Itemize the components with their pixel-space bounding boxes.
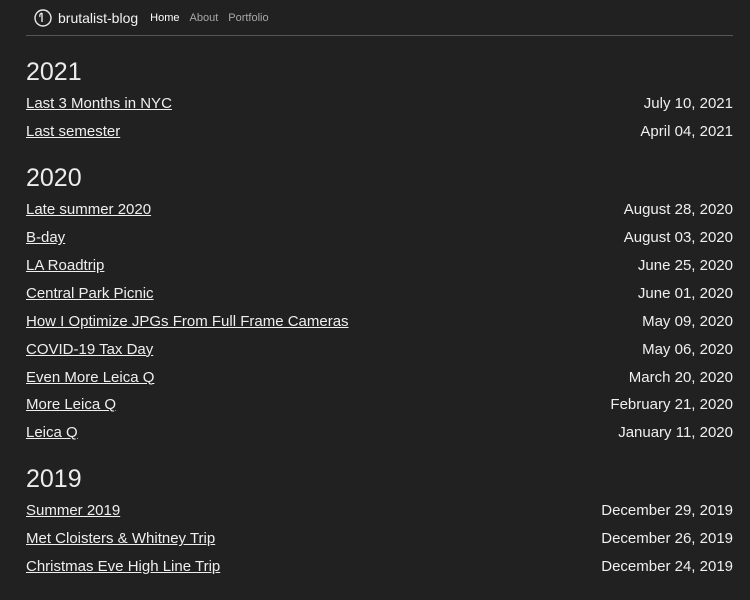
post-date: June 01, 2020 [637, 284, 733, 302]
post-link[interactable]: Last 3 Months in NYC [26, 95, 172, 112]
post-row: LA Roadtrip June 25, 2020 [26, 252, 733, 280]
nav-portfolio[interactable]: Portfolio [228, 12, 268, 24]
site-header: brutalist-blog Home About Portfolio [26, 0, 733, 36]
year-heading: 2019 [26, 464, 82, 493]
year-heading: 2020 [26, 163, 82, 192]
post-row: Central Park Picnic June 01, 2020 [26, 279, 733, 307]
post-link[interactable]: How I Optimize JPGs From Full Frame Came… [26, 313, 349, 330]
post-link[interactable]: Met Cloisters & Whitney Trip [26, 530, 215, 547]
post-link[interactable]: B-day [26, 229, 65, 246]
post-row: Met Cloisters & Whitney Trip December 26… [26, 525, 733, 553]
post-link[interactable]: More Leica Q [26, 396, 116, 413]
post-row: B-day August 03, 2020 [26, 224, 733, 252]
post-link[interactable]: Summer 2019 [26, 502, 120, 519]
post-date: August 28, 2020 [623, 201, 733, 219]
nav-about[interactable]: About [190, 12, 219, 24]
post-link[interactable]: COVID-19 Tax Day [26, 341, 153, 358]
post-list: Late summer 2020 August 28, 2020 B-day A… [26, 196, 733, 447]
site-brand[interactable]: brutalist-blog [58, 10, 138, 26]
post-row: Even More Leica Q March 20, 2020 [26, 363, 733, 391]
post-list: Last 3 Months in NYC July 10, 2021 Last … [26, 90, 733, 146]
post-row: Last 3 Months in NYC July 10, 2021 [26, 90, 733, 118]
post-date: December 24, 2019 [601, 558, 733, 576]
post-date: December 26, 2019 [601, 530, 733, 548]
post-link[interactable]: Even More Leica Q [26, 369, 154, 386]
post-date: June 25, 2020 [637, 257, 733, 274]
post-date: February 21, 2020 [610, 396, 733, 414]
post-row: COVID-19 Tax Day May 06, 2020 [26, 335, 733, 363]
post-date: July 10, 2021 [643, 95, 733, 113]
post-date: December 29, 2019 [601, 502, 733, 520]
post-date: August 03, 2020 [623, 229, 733, 247]
post-date: May 09, 2020 [642, 312, 733, 330]
post-row: Last semester April 04, 2021 [26, 118, 733, 146]
circle-logo-icon[interactable] [34, 8, 52, 27]
year-heading: 2021 [26, 58, 82, 86]
post-link[interactable]: Central Park Picnic [26, 285, 154, 302]
post-link[interactable]: LA Roadtrip [26, 257, 104, 274]
post-row: Christmas Eve High Line Trip December 24… [26, 553, 733, 581]
post-row: Summer 2019 December 29, 2019 [26, 497, 733, 525]
post-link[interactable]: Late summer 2020 [26, 201, 151, 218]
nav-home[interactable]: Home [150, 12, 179, 24]
post-date: April 04, 2021 [640, 123, 733, 141]
post-date: January 11, 2020 [618, 424, 733, 442]
post-row: Leica Q January 11, 2020 [26, 419, 733, 447]
post-list: Summer 2019 December 29, 2019 Met Cloist… [26, 497, 733, 581]
post-link[interactable]: Leica Q [26, 424, 78, 441]
post-link[interactable]: Last semester [26, 123, 120, 140]
post-archive: 2021 Last 3 Months in NYC July 10, 2021 … [26, 54, 733, 594]
post-row: More Leica Q February 21, 2020 [26, 391, 733, 419]
post-link[interactable]: Christmas Eve High Line Trip [26, 558, 220, 575]
post-row: How I Optimize JPGs From Full Frame Came… [26, 307, 733, 335]
post-date: March 20, 2020 [628, 368, 733, 386]
post-row: Late summer 2020 August 28, 2020 [26, 196, 733, 224]
post-date: May 06, 2020 [642, 340, 733, 358]
